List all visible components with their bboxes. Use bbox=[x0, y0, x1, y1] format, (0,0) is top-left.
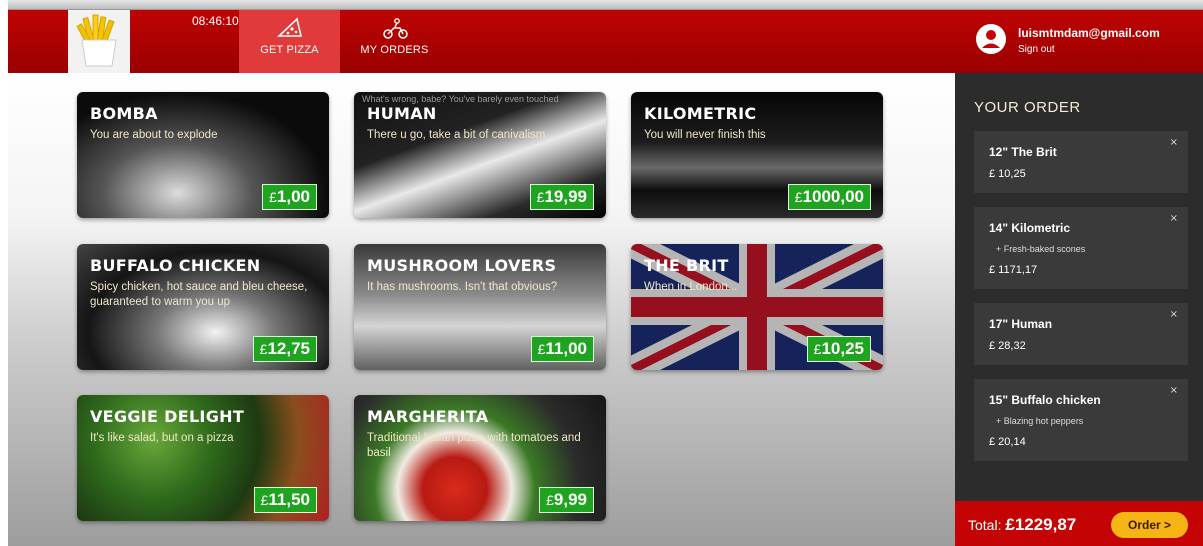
pizza-price[interactable]: £12,75 bbox=[252, 336, 317, 362]
pizza-price[interactable]: £9,99 bbox=[539, 487, 594, 513]
order-item-price: £ 28,32 bbox=[989, 340, 1026, 352]
order-item-name: 17" Human bbox=[989, 317, 1053, 331]
delivery-scooter-icon bbox=[382, 18, 408, 39]
tab-my-orders-label: MY ORDERS bbox=[360, 44, 429, 56]
pizza-name: MARGHERITA bbox=[367, 407, 489, 426]
pizza-name: BUFFALO CHICKEN bbox=[90, 256, 261, 275]
tab-my-orders[interactable]: MY ORDERS bbox=[344, 10, 445, 73]
pizza-description: It has mushrooms. Isn't that obvious? bbox=[367, 281, 558, 293]
order-sidebar: YOUR ORDER 12" The Brit £ 10,25 × 14" Ki… bbox=[955, 73, 1203, 546]
pizza-description: Traditional Italian pizza with tomatoes … bbox=[367, 432, 581, 459]
pizza-description: You will never finish this bbox=[644, 129, 766, 141]
user-email: luismtmdam@gmail.com bbox=[1018, 26, 1160, 40]
order-total-bar: Total: £1229,87 Order > bbox=[955, 501, 1203, 546]
pizza-card-the-brit[interactable]: THE BRIT When in London... £10,25 bbox=[631, 244, 883, 370]
pizza-price[interactable]: £19,99 bbox=[529, 184, 594, 210]
pizza-price[interactable]: £11,50 bbox=[253, 487, 317, 513]
pizza-price[interactable]: £10,25 bbox=[806, 336, 871, 362]
image-caption: What's wrong, babe? You've barely even t… bbox=[362, 94, 559, 104]
tab-get-pizza-label: GET PIZZA bbox=[260, 44, 319, 56]
pizza-description: You are about to explode bbox=[90, 129, 218, 141]
pizza-name: KILOMETRIC bbox=[644, 104, 757, 123]
total-value: £1229,87 bbox=[1005, 515, 1077, 534]
order-item: 12" The Brit £ 10,25 × bbox=[974, 131, 1188, 193]
pizza-name: VEGGIE DELIGHT bbox=[90, 407, 245, 426]
order-item-name: 14" Kilometric bbox=[989, 221, 1071, 235]
pizza-name: THE BRIT bbox=[644, 256, 729, 275]
order-item: 17" Human £ 28,32 × bbox=[974, 303, 1188, 365]
order-item-name: 15" Buffalo chicken bbox=[989, 393, 1101, 407]
browser-edge bbox=[8, 0, 1203, 10]
pizza-card-margherita[interactable]: MARGHERITA Traditional Italian pizza wit… bbox=[354, 395, 606, 521]
pizza-description: When in London... bbox=[644, 281, 738, 293]
sign-out-link[interactable]: Sign out bbox=[1018, 44, 1055, 55]
tab-get-pizza[interactable]: GET PIZZA bbox=[239, 10, 340, 73]
pizza-card-kilometric[interactable]: KILOMETRIC You will never finish this £1… bbox=[631, 92, 883, 218]
clock-display: 08:46:10 bbox=[192, 14, 239, 28]
order-total: Total: £1229,87 bbox=[968, 515, 1076, 535]
pizza-card-human[interactable]: What's wrong, babe? You've barely even t… bbox=[354, 92, 606, 218]
pizza-description: It's like salad, but on a pizza bbox=[90, 432, 234, 444]
pizza-card-mushroom-lovers[interactable]: MUSHROOM LOVERS It has mushrooms. Isn't … bbox=[354, 244, 606, 370]
place-order-button[interactable]: Order > bbox=[1111, 512, 1188, 538]
remove-item-icon[interactable]: × bbox=[1170, 309, 1178, 320]
order-item-extra: + Blazing hot peppers bbox=[996, 416, 1084, 426]
pizza-slice-icon bbox=[276, 17, 302, 37]
pizza-card-buffalo-chicken[interactable]: BUFFALO CHICKEN Spicy chicken, hot sauce… bbox=[77, 244, 329, 370]
order-item-price: £ 1171,17 bbox=[989, 264, 1038, 276]
remove-item-icon[interactable]: × bbox=[1170, 137, 1178, 148]
order-item: 14" Kilometric + Fresh-baked scones £ 11… bbox=[974, 207, 1188, 289]
order-item-price: £ 10,25 bbox=[989, 168, 1026, 180]
order-item-name: 12" The Brit bbox=[989, 145, 1057, 159]
order-item-price: £ 20,14 bbox=[989, 436, 1026, 448]
order-item: 15" Buffalo chicken + Blazing hot pepper… bbox=[974, 379, 1188, 461]
user-avatar-icon[interactable] bbox=[976, 24, 1006, 54]
pizza-price[interactable]: £11,00 bbox=[530, 336, 594, 362]
remove-item-icon[interactable]: × bbox=[1170, 213, 1178, 224]
pizza-description: There u go, take a bit of canivalism bbox=[367, 129, 546, 141]
remove-item-icon[interactable]: × bbox=[1170, 385, 1178, 396]
fries-logo[interactable] bbox=[68, 10, 130, 73]
pizza-name: BOMBA bbox=[90, 104, 158, 123]
total-label: Total: bbox=[968, 517, 1002, 533]
pizza-description: Spicy chicken, hot sauce and bleu cheese… bbox=[90, 281, 308, 308]
pizza-card-veggie-delight[interactable]: VEGGIE DELIGHT It's like salad, but on a… bbox=[77, 395, 329, 521]
pizza-name: MUSHROOM LOVERS bbox=[367, 256, 557, 275]
fries-icon bbox=[76, 14, 117, 67]
order-item-extra: + Fresh-baked scones bbox=[996, 244, 1086, 254]
pizza-name: HUMAN bbox=[367, 104, 437, 123]
pizza-price[interactable]: £1,00 bbox=[262, 184, 317, 210]
order-title: YOUR ORDER bbox=[974, 99, 1081, 116]
pizza-price[interactable]: £1000,00 bbox=[787, 184, 871, 210]
pizza-card-bomba[interactable]: BOMBA You are about to explode £1,00 bbox=[77, 92, 329, 218]
